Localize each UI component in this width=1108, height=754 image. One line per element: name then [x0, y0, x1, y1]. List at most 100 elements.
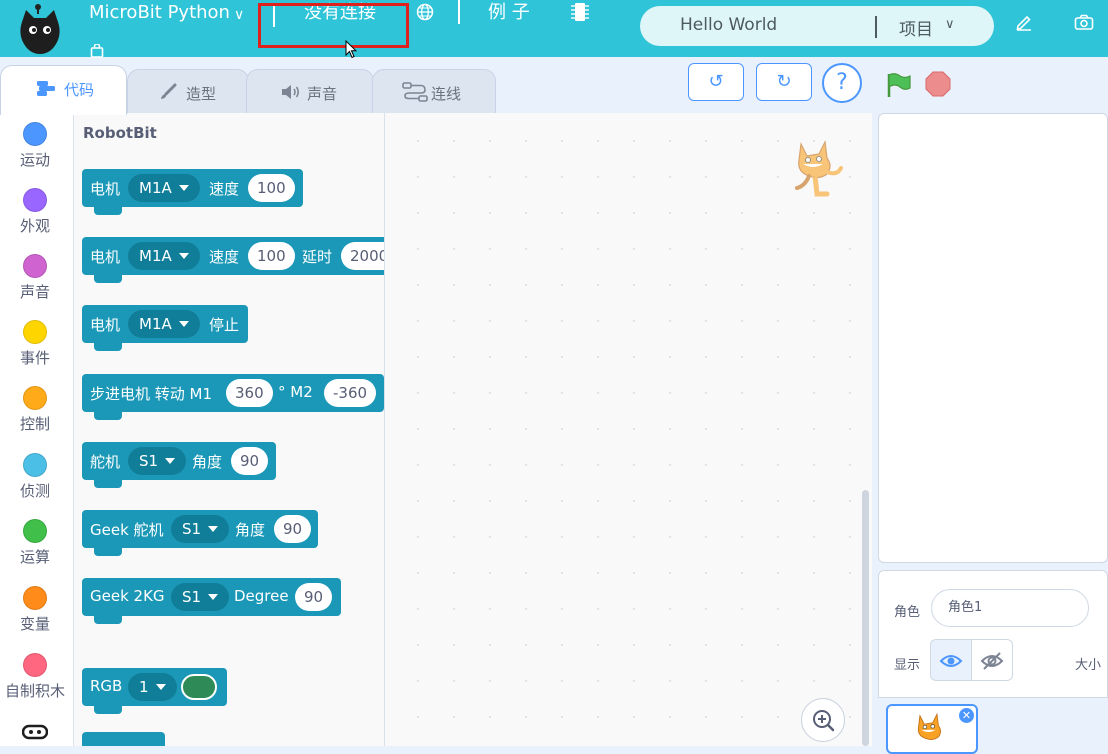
angle-input[interactable]: 90: [274, 515, 312, 543]
speed-input[interactable]: 100: [248, 174, 295, 202]
motor-dropdown[interactable]: M1A: [128, 310, 200, 338]
rgb-block[interactable]: RGB 1: [82, 668, 227, 714]
undo-button[interactable]: ↺: [688, 63, 744, 101]
category-label: 运动: [19, 151, 50, 169]
sprite-name-input[interactable]: 角色1: [931, 589, 1089, 627]
motor-dropdown[interactable]: M1A: [128, 174, 200, 202]
project-title-field[interactable]: Hello World 项目 ∨: [640, 6, 994, 46]
microbit-extension-icon[interactable]: [21, 724, 49, 740]
zoom-in-button[interactable]: [801, 698, 845, 742]
brush-icon: [158, 83, 180, 101]
tab-costumes[interactable]: 造型: [127, 69, 249, 113]
code-icon: [35, 79, 57, 97]
speaker-icon: [280, 83, 302, 101]
show-sprite-button[interactable]: [930, 639, 972, 681]
category-sound[interactable]: 声音: [0, 254, 70, 302]
category-dot: [23, 586, 47, 610]
degree-input[interactable]: 90: [295, 583, 333, 611]
chip-icon[interactable]: [571, 1, 589, 23]
servo-dropdown[interactable]: S1: [171, 515, 230, 543]
category-label: 外观: [19, 217, 50, 235]
block-text: 角度: [235, 521, 266, 539]
block-text: ° M2: [278, 383, 313, 401]
block-text: 速度: [209, 248, 240, 266]
project-menu[interactable]: 项目: [899, 15, 933, 40]
motor-speed-block[interactable]: 电机 M1A 速度 100: [82, 169, 303, 215]
show-label: 显示: [894, 658, 921, 673]
globe-icon[interactable]: [416, 3, 434, 21]
help-button[interactable]: ?: [822, 63, 862, 103]
hide-sprite-button[interactable]: [971, 639, 1013, 681]
app-logo[interactable]: [16, 4, 64, 54]
menu-bar: MicroBit Python ∨ 没有连接 例 子 Hello World 项…: [0, 0, 1108, 58]
category-my-blocks[interactable]: 自制积木: [0, 653, 70, 701]
mode-menu-label[interactable]: MicroBit Python: [89, 1, 230, 25]
block-text: Degree: [234, 587, 289, 605]
category-dot: [23, 122, 47, 146]
sprite-watermark-icon: [789, 136, 847, 198]
delete-sprite-icon[interactable]: ✕: [959, 708, 974, 723]
speed-input[interactable]: 100: [248, 242, 295, 270]
tab-sounds[interactable]: 声音: [246, 69, 374, 113]
code-workspace[interactable]: [385, 113, 872, 746]
block-text: 舵机: [90, 453, 121, 471]
category-label: 声音: [19, 283, 50, 301]
servo-dropdown[interactable]: S1: [128, 447, 187, 475]
bag-icon[interactable]: [90, 43, 104, 58]
category-operators[interactable]: 运算: [0, 519, 70, 567]
geek-servo-block[interactable]: Geek 舵机 S1 角度 90: [82, 510, 318, 556]
category-label: 控制: [19, 415, 50, 433]
block-text: Geek 舵机: [90, 521, 164, 539]
block-text: 停止: [209, 316, 240, 334]
green-flag-icon[interactable]: [884, 71, 912, 99]
category-dot: [23, 254, 47, 278]
rgb-index-dropdown[interactable]: 1: [128, 673, 177, 701]
pencil-icon[interactable]: [1015, 13, 1033, 31]
motor-speed-delay-block[interactable]: 电机 M1A 速度 100 延时 2000: [82, 237, 384, 283]
block-palette: RobotBit 电机 M1A 速度 100 电机 M1A 速度 100 延时 …: [74, 113, 385, 746]
block-text: Geek 2KG: [90, 587, 165, 605]
delay-input[interactable]: 2000: [341, 242, 384, 270]
tab-label: 代码: [64, 81, 95, 99]
stepper-motor-block[interactable]: 步进电机 转动 M1 360 ° M2 -360: [82, 374, 384, 420]
stage-canvas[interactable]: [878, 113, 1108, 563]
project-title[interactable]: Hello World: [680, 15, 777, 35]
palette-section-title: RobotBit: [83, 124, 157, 142]
redo-button[interactable]: ↻: [756, 63, 812, 101]
servo-dropdown[interactable]: S1: [171, 583, 230, 611]
category-looks[interactable]: 外观: [0, 188, 70, 236]
chevron-down-icon[interactable]: ∨: [945, 17, 955, 32]
category-variables[interactable]: 变量: [0, 586, 70, 634]
tab-wiring[interactable]: 连线: [372, 69, 496, 113]
block-text: 步进电机 转动 M1: [90, 385, 213, 403]
category-motion[interactable]: 运动: [0, 122, 70, 170]
category-control[interactable]: 控制: [0, 386, 70, 434]
examples-menu[interactable]: 例 子: [488, 1, 530, 25]
servo-angle-block[interactable]: 舵机 S1 角度 90: [82, 442, 276, 488]
cat-sprite-icon: [917, 712, 941, 740]
angle-input[interactable]: 90: [231, 447, 269, 475]
pill-divider: [875, 16, 877, 38]
stop-icon[interactable]: [925, 71, 951, 97]
m1-degrees-input[interactable]: 360: [226, 379, 273, 407]
sprite-name-label: 角色: [894, 605, 921, 620]
tab-code[interactable]: 代码: [0, 65, 127, 115]
category-sensing[interactable]: 侦测: [0, 453, 70, 501]
category-label: 变量: [19, 615, 50, 633]
size-label: 大小: [1075, 658, 1102, 673]
sprite-thumbnail[interactable]: ✕: [886, 704, 978, 754]
m2-degrees-input[interactable]: -360: [324, 379, 377, 407]
chevron-down-icon[interactable]: ∨: [234, 3, 244, 27]
block-text: 电机: [90, 248, 121, 266]
color-swatch[interactable]: [181, 674, 217, 700]
geek-2kg-block[interactable]: Geek 2KG S1 Degree 90: [82, 578, 341, 624]
workspace-scrollbar[interactable]: [862, 490, 869, 746]
motor-stop-block[interactable]: 电机 M1A 停止: [82, 305, 248, 351]
motor-dropdown[interactable]: M1A: [128, 242, 200, 270]
category-events[interactable]: 事件: [0, 320, 70, 368]
category-dot: [23, 320, 47, 344]
block-text: 角度: [192, 453, 223, 471]
camera-icon[interactable]: [1074, 14, 1094, 31]
partial-block[interactable]: [82, 732, 165, 746]
block-text: 速度: [209, 180, 240, 198]
